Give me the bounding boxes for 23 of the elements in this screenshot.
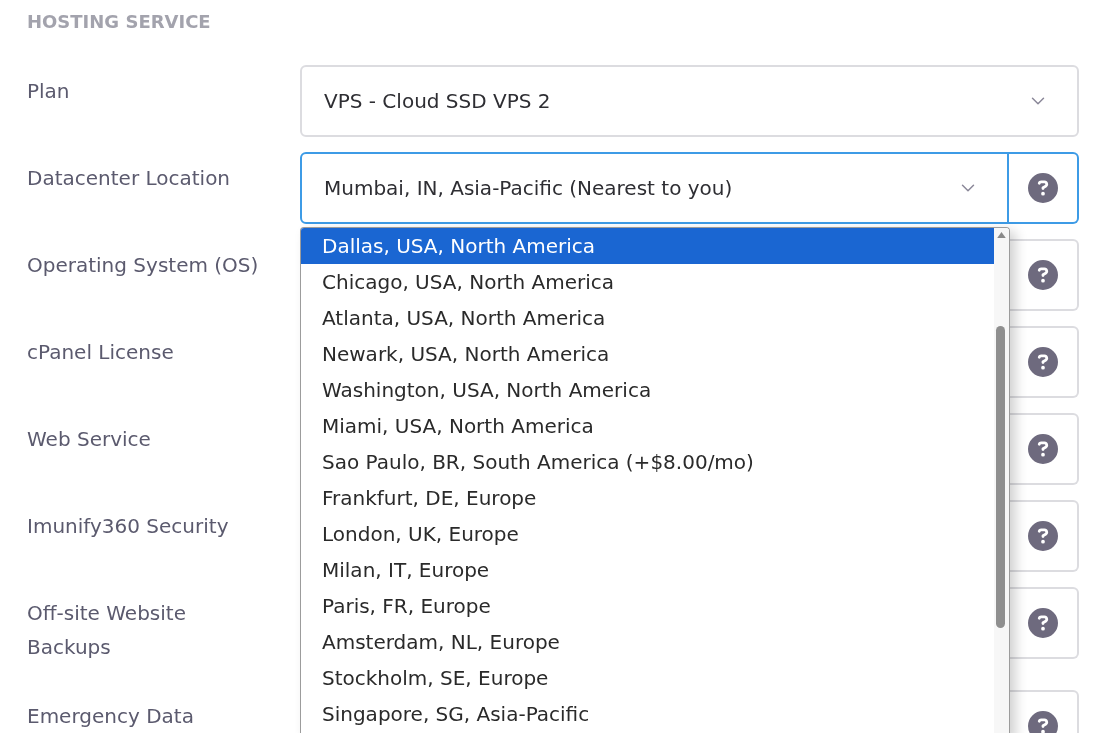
field-label: Plan xyxy=(27,78,71,105)
help-icon xyxy=(1028,173,1058,203)
help-icon xyxy=(1028,347,1058,377)
field-label: Off-site Website Backups xyxy=(27,600,187,661)
field-label: cPanel License xyxy=(27,339,175,366)
scrollbar-thumb[interactable] xyxy=(996,326,1005,628)
help-icon xyxy=(1028,521,1058,551)
help-icon xyxy=(1028,434,1058,464)
dropdown-option[interactable]: Dallas, USA, North America xyxy=(301,228,994,264)
field-label: Emergency Data xyxy=(27,703,195,730)
help-button[interactable] xyxy=(1009,152,1079,224)
field-label: Imunify360 Security xyxy=(27,513,230,540)
scrollbar[interactable] xyxy=(994,228,1009,733)
scroll-up-arrow-icon[interactable] xyxy=(997,232,1006,238)
field-label: Operating System (OS) xyxy=(27,252,260,279)
field-label: Datacenter Location xyxy=(27,165,232,192)
field-label: Web Service xyxy=(27,426,152,453)
select-field[interactable]: VPS - Cloud SSD VPS 2 xyxy=(300,65,1079,137)
help-icon xyxy=(1028,711,1058,733)
section-heading: HOSTING SERVICE xyxy=(27,10,211,34)
select-field[interactable]: Mumbai, IN, Asia-Pacific (Nearest to you) xyxy=(300,152,1009,224)
help-icon xyxy=(1028,608,1058,638)
help-icon xyxy=(1028,260,1058,290)
